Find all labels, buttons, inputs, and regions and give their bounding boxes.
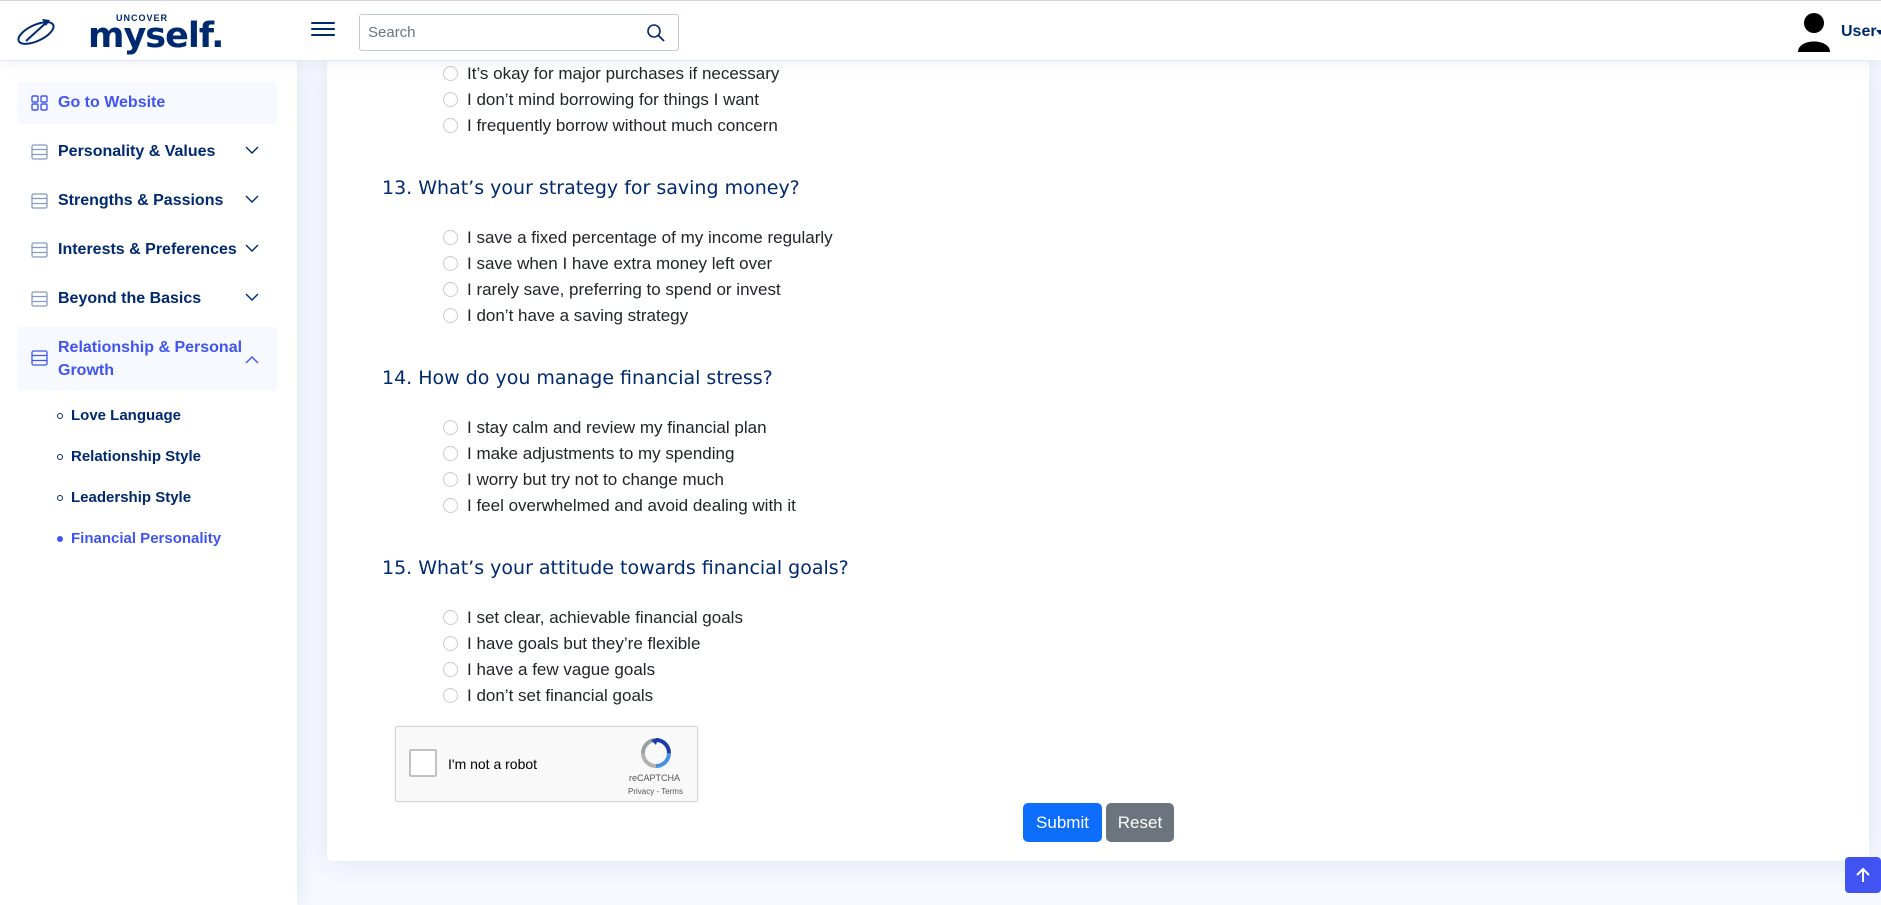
recaptcha-checkbox[interactable] [409, 749, 437, 777]
recaptcha-brand: reCAPTCHA [629, 773, 681, 783]
search-bar [359, 14, 679, 51]
recaptcha-logo-icon [641, 738, 671, 768]
sidebar-item-label: Go to Website [58, 94, 166, 111]
top-header: UNCOVER myself. User [0, 0, 1881, 60]
radio-button[interactable] [443, 446, 458, 461]
question-title: 13. What’s your strategy for saving mone… [382, 177, 800, 199]
question-title: 14. How do you manage financial stress? [382, 367, 773, 389]
answer-label: I don’t have a saving strategy [467, 306, 689, 325]
search-icon[interactable] [646, 23, 666, 43]
answer-label: I frequently borrow without much concern [467, 116, 778, 135]
circle-icon [57, 413, 63, 419]
arrow-up-icon [1856, 867, 1870, 882]
caret-down-icon[interactable] [1876, 30, 1881, 35]
sidebar-item-label: Personality & Values [58, 143, 216, 160]
sidebar-item-label: Interests & Preferences [58, 241, 237, 258]
answer-label: I set clear, achievable financial goals [467, 608, 743, 627]
menu-icon [31, 242, 48, 258]
radio-button[interactable] [443, 308, 458, 323]
sidebar-subitem-label: Leadership Style [71, 489, 192, 506]
chevron-down-icon [245, 244, 259, 252]
sidebar-item-relationship-personal-growth[interactable]: Relationship & Personal Growth [17, 327, 277, 391]
question-title: 15. What’s your attitude towards financi… [382, 557, 849, 579]
circle-icon [57, 536, 63, 542]
menu-icon [31, 291, 48, 307]
chevron-up-icon [245, 356, 259, 364]
sidebar-item-beyond-the-basics[interactable]: Beyond the Basics [17, 278, 277, 320]
user-avatar-icon[interactable] [1796, 12, 1832, 52]
answer-label: I have goals but they’re flexible [467, 634, 701, 653]
radio-button[interactable] [443, 282, 458, 297]
chevron-down-icon [245, 195, 259, 203]
answer-label: I have a few vague goals [467, 660, 656, 679]
answer-label: I don’t set financial goals [467, 686, 654, 705]
logo-icon[interactable] [16, 15, 58, 47]
circle-icon [57, 495, 63, 501]
radio-button[interactable] [443, 636, 458, 651]
hamburger-menu-icon[interactable] [311, 18, 335, 42]
answer-label: I make adjustments to my spending [467, 444, 735, 463]
search-input[interactable] [360, 15, 630, 50]
recaptcha-label: I'm not a robot [448, 756, 538, 772]
sidebar-item-label: Relationship & Personal Growth [58, 339, 243, 379]
submit-button[interactable]: Submit [1023, 803, 1102, 842]
answer-label: I rarely save, preferring to spend or in… [467, 280, 781, 299]
user-menu-label[interactable]: User [1841, 23, 1877, 41]
answer-label: It’s okay for major purchases if necessa… [467, 64, 780, 83]
radio-button[interactable] [443, 256, 458, 271]
sidebar: Go to Website Personality & Values Stren… [0, 61, 297, 905]
menu-icon [31, 144, 48, 160]
chevron-down-icon [245, 146, 259, 154]
radio-button[interactable] [443, 92, 458, 107]
answer-label: I feel overwhelmed and avoid dealing wit… [467, 496, 796, 515]
chevron-down-icon [245, 293, 259, 301]
answer-label: I save a fixed percentage of my income r… [467, 228, 833, 247]
radio-button[interactable] [443, 498, 458, 513]
answer-label: I worry but try not to change much [467, 470, 725, 489]
grid-icon [31, 95, 48, 111]
answer-label: I stay calm and review my financial plan [467, 418, 767, 437]
radio-button[interactable] [443, 230, 458, 245]
sidebar-item-label: Strengths & Passions [58, 192, 224, 209]
sidebar-item-interests-preferences[interactable]: Interests & Preferences [17, 229, 277, 271]
radio-button[interactable] [443, 662, 458, 677]
back-to-top-button[interactable] [1845, 857, 1881, 893]
menu-icon [31, 350, 48, 366]
circle-icon [57, 454, 63, 460]
menu-icon [31, 193, 48, 209]
logo-main-text: myself. [88, 16, 224, 56]
radio-button[interactable] [443, 610, 458, 625]
reset-button[interactable]: Reset [1106, 803, 1174, 842]
answer-label: I save when I have extra money left over [467, 254, 773, 273]
sidebar-item-label: Beyond the Basics [58, 290, 202, 307]
radio-button[interactable] [443, 420, 458, 435]
sidebar-item-personality-values[interactable]: Personality & Values [17, 131, 277, 173]
sidebar-subitem-label: Relationship Style [71, 448, 202, 465]
recaptcha-widget: I'm not a robot reCAPTCHA Privacy - Term… [395, 726, 698, 802]
radio-button[interactable] [443, 688, 458, 703]
answer-label: I don’t mind borrowing for things I want [467, 90, 759, 109]
sidebar-subitem-label: Financial Personality [71, 530, 222, 547]
recaptcha-links[interactable]: Privacy - Terms [628, 787, 683, 796]
sidebar-item-strengths-passions[interactable]: Strengths & Passions [17, 180, 277, 222]
radio-button[interactable] [443, 118, 458, 133]
sidebar-subitem-label: Love Language [71, 407, 182, 424]
radio-button[interactable] [443, 66, 458, 81]
radio-button[interactable] [443, 472, 458, 487]
sidebar-item-go-to-website[interactable]: Go to Website [17, 82, 277, 124]
